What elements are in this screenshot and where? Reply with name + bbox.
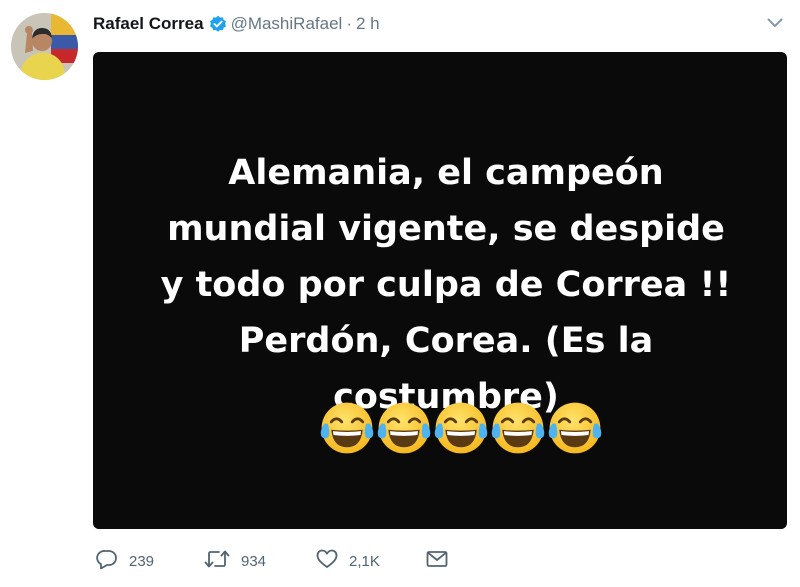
tweet-media-image[interactable]: Alemania, el campeón mundial vigente, se…: [93, 52, 787, 529]
timestamp[interactable]: 2 h: [356, 14, 380, 34]
tears-of-joy-emoji-icon: [491, 402, 545, 454]
media-text: Alemania, el campeón mundial vigente, se…: [160, 153, 732, 417]
tweet-header: Rafael Correa @MashiRafael · 2 h: [93, 12, 780, 36]
envelope-icon: [426, 550, 448, 572]
retweet-button[interactable]: 934: [204, 549, 316, 573]
author-handle[interactable]: @MashiRafael: [231, 14, 343, 34]
author-name[interactable]: Rafael Correa: [93, 14, 204, 34]
like-count: 2,1K: [349, 552, 380, 570]
retweet-count: 934: [241, 552, 267, 570]
tears-of-joy-emoji-icon: [434, 402, 488, 454]
tears-of-joy-emoji-icon: [320, 402, 374, 454]
tweet-actions: 239 934 2,1K: [96, 548, 448, 574]
verified-badge-icon: [209, 15, 227, 33]
emoji-row: [319, 400, 603, 456]
direct-message-button[interactable]: [426, 550, 448, 572]
tweet-card: Rafael Correa @MashiRafael · 2 h Alemani…: [0, 0, 800, 587]
header-separator: ·: [346, 14, 352, 33]
reply-count: 239: [129, 552, 155, 570]
reply-icon: [96, 549, 118, 573]
chevron-down-icon[interactable]: [764, 14, 786, 32]
reply-button[interactable]: 239: [96, 549, 204, 573]
avatar[interactable]: [11, 13, 78, 80]
heart-icon: [316, 549, 338, 573]
tears-of-joy-emoji-icon: [377, 402, 431, 454]
retweet-icon: [204, 549, 230, 573]
like-button[interactable]: 2,1K: [316, 549, 426, 573]
tears-of-joy-emoji-icon: [548, 402, 602, 454]
